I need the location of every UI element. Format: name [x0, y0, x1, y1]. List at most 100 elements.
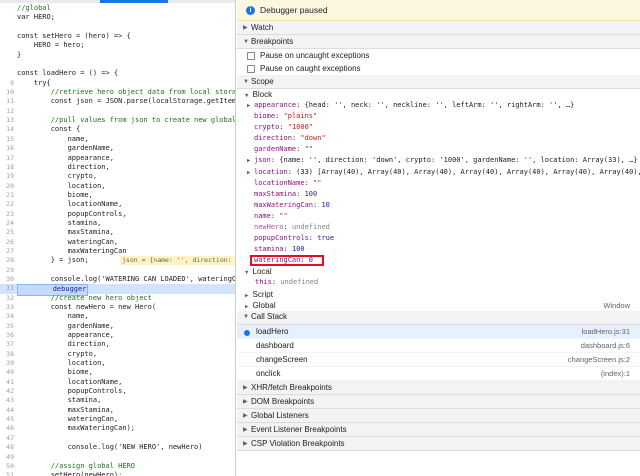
call-frame[interactable]: onclick (index):1	[237, 367, 640, 382]
section-event-listener-breakpoints[interactable]: ▶ Event Listener Breakpoints	[237, 423, 640, 438]
scope-entry[interactable]: ▶ appearance: {head: '', neck: '', neckli…	[237, 100, 640, 111]
code-line[interactable]: 32 //create new hero object	[0, 294, 235, 303]
line-number[interactable]: 37	[0, 340, 14, 349]
code-line[interactable]: 39 location,	[0, 359, 235, 368]
scope-entry[interactable]: crypto: "1000"	[237, 122, 640, 133]
code-line[interactable]: 38 crypto,	[0, 350, 235, 359]
code-line[interactable]: 14 const {	[0, 125, 235, 134]
scope-local-this[interactable]: this: undefined	[237, 277, 640, 288]
code-line-paused[interactable]: 31 debugger	[0, 284, 235, 296]
code-line[interactable]: 44 maxStamina,	[0, 406, 235, 415]
line-number[interactable]: 50	[0, 462, 14, 471]
line-number[interactable]: 28	[0, 256, 14, 265]
line-number[interactable]: 18	[0, 163, 14, 172]
code-line[interactable]: var HERO;	[0, 13, 235, 22]
code-line[interactable]: 45 wateringCan,	[0, 415, 235, 424]
code-line[interactable]: 46 maxWateringCan);	[0, 424, 235, 433]
section-xhr-breakpoints[interactable]: ▶ XHR/fetch Breakpoints	[237, 381, 640, 396]
line-number[interactable]: 46	[0, 424, 14, 433]
line-number[interactable]: 11	[0, 97, 14, 106]
code-line[interactable]: 26 wateringCan,	[0, 238, 235, 247]
line-number[interactable]: 27	[0, 247, 14, 256]
line-number[interactable]: 48	[0, 443, 14, 452]
expand-triangle-icon[interactable]: ▶	[247, 156, 254, 166]
line-number[interactable]: 10	[0, 88, 14, 97]
scope-entry[interactable]: stamina: 100	[237, 244, 640, 255]
pause-uncaught-checkbox[interactable]	[247, 51, 255, 60]
pause-caught-option[interactable]: Pause on caught exceptions	[237, 62, 640, 75]
scope-entry[interactable]: wateringCan: 0	[237, 255, 640, 267]
line-number[interactable]: 20	[0, 182, 14, 191]
line-number[interactable]: 16	[0, 144, 14, 153]
code-line[interactable]: 16 gardenName,	[0, 144, 235, 153]
line-number[interactable]: 22	[0, 200, 14, 209]
scope-global-header[interactable]: ▶ Global Window	[237, 300, 640, 311]
pause-caught-checkbox[interactable]	[247, 64, 255, 73]
code-line[interactable]: 50 //assign global HERO	[0, 462, 235, 471]
line-number[interactable]: 44	[0, 406, 14, 415]
line-number[interactable]: 26	[0, 238, 14, 247]
code-line[interactable]: 29	[0, 266, 235, 275]
section-dom-breakpoints[interactable]: ▶ DOM Breakpoints	[237, 395, 640, 410]
call-frame-location[interactable]: dashboard.js:6	[581, 339, 630, 353]
line-number[interactable]: 31	[0, 284, 14, 293]
code-line[interactable]: HERO = hero;	[0, 41, 235, 50]
section-global-listeners[interactable]: ▶ Global Listeners	[237, 409, 640, 424]
code-line[interactable]: 37 direction,	[0, 340, 235, 349]
line-number[interactable]: 33	[0, 303, 14, 312]
call-frame[interactable]: dashboard dashboard.js:6	[237, 339, 640, 353]
line-number[interactable]: 35	[0, 322, 14, 331]
line-number[interactable]: 43	[0, 396, 14, 405]
call-frame[interactable]: loadHero loadHero.js:31	[237, 324, 640, 339]
line-number[interactable]: 21	[0, 191, 14, 200]
section-breakpoints[interactable]: ▼ Breakpoints	[237, 35, 640, 49]
code-line[interactable]: 11 const json = JSON.parse(localStorage.…	[0, 97, 235, 106]
line-number[interactable]: 32	[0, 294, 14, 303]
line-number[interactable]: 29	[0, 266, 14, 275]
line-number[interactable]: 36	[0, 331, 14, 340]
code-line[interactable]: 43 stamina,	[0, 396, 235, 405]
line-number[interactable]: 34	[0, 312, 14, 321]
scope-entry[interactable]: maxWateringCan: 10	[237, 200, 640, 211]
pause-uncaught-option[interactable]: Pause on uncaught exceptions	[237, 49, 640, 62]
code-line[interactable]: 23 popupControls,	[0, 210, 235, 219]
code-line[interactable]: 12	[0, 107, 235, 116]
scope-entry[interactable]: name: ""	[237, 211, 640, 222]
line-number[interactable]: 51	[0, 471, 14, 476]
expand-triangle-icon[interactable]: ▶	[247, 168, 254, 178]
scope-entry[interactable]: popupControls: true	[237, 233, 640, 244]
code-line[interactable]: 34 name,	[0, 312, 235, 321]
line-number[interactable]: 45	[0, 415, 14, 424]
section-watch[interactable]: ▶ Watch	[237, 21, 640, 35]
scope-entry[interactable]: locationName: ""	[237, 178, 640, 189]
code-line[interactable]: //global	[0, 4, 235, 13]
code-line[interactable]: 17 appearance,	[0, 154, 235, 163]
code-line[interactable]: 40 biome,	[0, 368, 235, 377]
line-number[interactable]: 40	[0, 368, 14, 377]
scope-entry[interactable]: ▶ json: {name: '', direction: 'down', cry…	[237, 155, 640, 166]
line-number[interactable]: 19	[0, 172, 14, 181]
line-number[interactable]: 13	[0, 116, 14, 125]
code-line[interactable]: 27 maxWateringCan	[0, 247, 235, 256]
line-number[interactable]: 30	[0, 275, 14, 284]
code-line[interactable]: 33 const newHero = new Hero(	[0, 303, 235, 312]
scope-local-header[interactable]: ▼ Local	[237, 266, 640, 277]
code-line[interactable]: const setHero = (hero) => {	[0, 32, 235, 41]
line-number[interactable]: 23	[0, 210, 14, 219]
line-number[interactable]: 12	[0, 107, 14, 116]
code-line[interactable]	[0, 23, 235, 32]
source-editor[interactable]: //global var HERO; const setHero = (hero) …	[0, 0, 236, 476]
call-frame-location[interactable]: (index):1	[601, 367, 630, 381]
code-line[interactable]: 24 stamina,	[0, 219, 235, 228]
code-line[interactable]: 35 gardenName,	[0, 322, 235, 331]
line-number[interactable]: 49	[0, 453, 14, 462]
line-number[interactable]: 24	[0, 219, 14, 228]
line-number[interactable]: 25	[0, 228, 14, 237]
code-line[interactable]: 13 //pull values from json to create new…	[0, 116, 235, 125]
scope-entry[interactable]: maxStamina: 100	[237, 189, 640, 200]
call-frame-location[interactable]: changeScreen.js:2	[568, 353, 630, 367]
code-line[interactable]: 49	[0, 453, 235, 462]
code-line[interactable]: 51 setHero(newHero);	[0, 471, 235, 476]
section-scope[interactable]: ▼ Scope	[237, 75, 640, 89]
code-line[interactable]: 18 direction,	[0, 163, 235, 172]
